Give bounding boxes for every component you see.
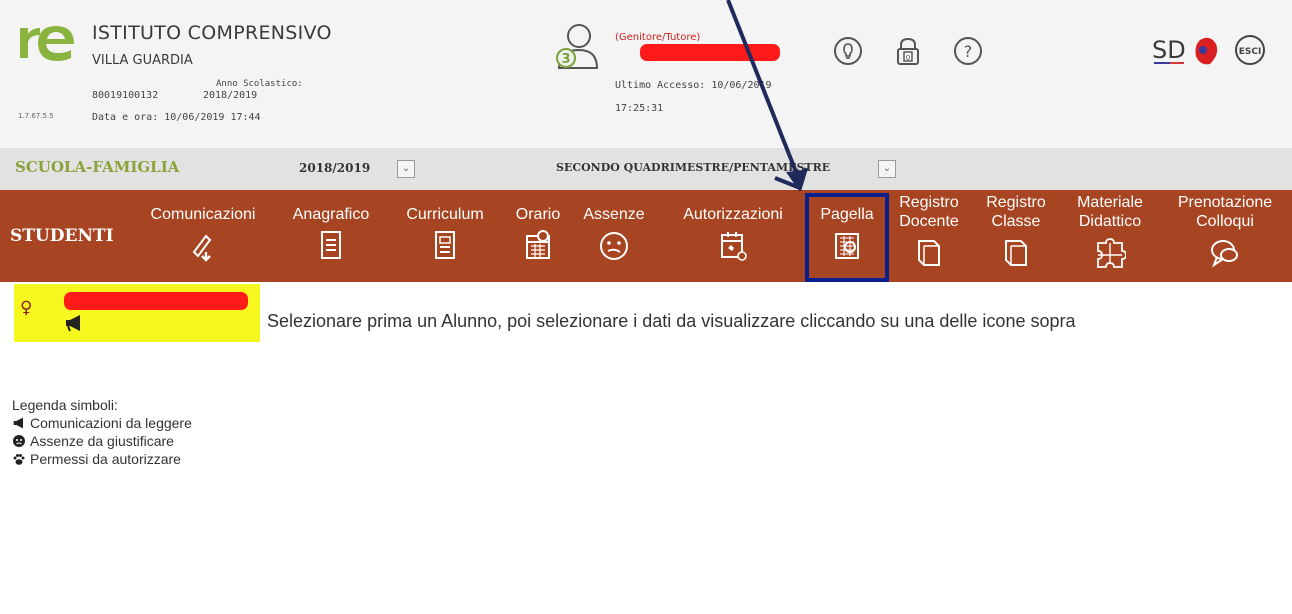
help-icon[interactable]: ? — [953, 36, 983, 66]
school-year-value: 2018/2019 — [203, 90, 258, 101]
nav-item-curriculum[interactable]: Curriculum — [390, 205, 500, 262]
nav-item-registro-classe[interactable]: Registro Classe — [974, 193, 1058, 269]
nav-item-prenotazione-colloqui[interactable]: Prenotazione Colloqui — [1158, 193, 1292, 269]
nav-item-label: Comunicazioni — [150, 206, 256, 223]
school-code: 80019100132 — [92, 90, 159, 101]
main-nav-bar: STUDENTI Comunicazioni Anagrafico Curric… — [0, 190, 1292, 282]
nav-item-label: Registro — [899, 194, 959, 211]
redacted-user-name — [640, 44, 780, 61]
last-access: Ultimo Accesso: 10/06/2019 — [615, 80, 772, 91]
legend-item: Assenze da giustificare — [12, 432, 192, 450]
svg-text:0: 0 — [906, 54, 910, 62]
female-icon: ♀ — [20, 298, 33, 318]
legend: Legenda simboli: Comunicazioni da legger… — [12, 396, 192, 468]
current-datetime: Data e ora: 10/06/2019 17:44 — [92, 112, 261, 123]
school-name: ISTITUTO COMPRENSIVO — [92, 22, 332, 44]
nav-item-assenze[interactable]: Assenze — [574, 205, 654, 262]
selector-bar: SCUOLA-FAMIGLIA 2018/2019 ⌄ SECONDO QUAD… — [0, 148, 1292, 190]
annotation-highlight-box — [805, 193, 889, 282]
nav-item-label-2: Didattico — [1078, 213, 1142, 230]
id-card-icon — [321, 231, 341, 259]
nav-item-label: Prenotazione — [1177, 194, 1273, 211]
svg-text:?: ? — [964, 42, 973, 61]
app-header: 1.7.67.5.5 ISTITUTO COMPRENSIVO VILLA GU… — [0, 0, 1292, 148]
nav-item-anagrafico[interactable]: Anagrafico — [277, 205, 385, 262]
nav-item-label: Registro — [986, 194, 1046, 211]
megaphone-icon — [66, 315, 80, 332]
nav-item-label: Anagrafico — [292, 206, 370, 223]
student-selector[interactable]: ♀ — [14, 284, 260, 342]
school-year-label: Anno Scolastico: — [216, 79, 303, 89]
sd-brand-logo: SD — [1152, 36, 1218, 65]
period-select-value[interactable]: SECONDO QUADRIMESTRE/PENTAMESTRE — [556, 161, 830, 174]
user-role: (Genitore/Tutore) — [615, 32, 701, 43]
nav-item-label: Materiale — [1077, 194, 1143, 211]
svg-text:SD: SD — [1152, 36, 1186, 64]
instruction-text: Selezionare prima un Alunno, poi selezio… — [267, 311, 1076, 331]
face-icon — [600, 232, 628, 260]
lightbulb-icon[interactable] — [833, 36, 863, 66]
nav-item-label: Assenze — [583, 206, 645, 223]
redacted-student-name — [64, 292, 248, 310]
section-title: SCUOLA-FAMIGLIA — [15, 158, 180, 176]
nav-item-materiale-didattico[interactable]: Materiale Didattico — [1063, 193, 1157, 269]
period-dropdown-chevron-icon[interactable]: ⌄ — [878, 160, 896, 178]
nav-item-orario[interactable]: Orario — [505, 205, 571, 262]
book-icon — [918, 240, 940, 266]
puzzle-icon — [1097, 238, 1126, 268]
nav-item-autorizzazioni[interactable]: Autorizzazioni — [662, 205, 804, 262]
face-icon — [13, 435, 25, 447]
year-select-value[interactable]: 2018/2019 — [299, 161, 370, 175]
nav-section-label: STUDENTI — [10, 226, 114, 246]
legend-title: Legenda simboli: — [12, 397, 118, 413]
megaphone-icon — [192, 234, 212, 262]
legend-item: Permessi da autorizzare — [12, 450, 192, 468]
legend-label: Comunicazioni da leggere — [30, 415, 192, 431]
app-version: 1.7.67.5.5 — [18, 112, 54, 120]
calendar-icon — [526, 230, 550, 259]
lock-icon[interactable]: 0 — [893, 36, 923, 66]
legend-label: Assenze da giustificare — [30, 433, 174, 449]
nav-item-label-2: Classe — [991, 213, 1041, 230]
paw-icon — [13, 454, 25, 465]
legend-label: Permessi da autorizzare — [30, 451, 181, 467]
document-icon — [435, 231, 455, 259]
nav-item-label-2: Colloqui — [1196, 213, 1254, 230]
nav-item-label-2: Docente — [899, 213, 959, 230]
legend-item: Comunicazioni da leggere — [12, 414, 192, 432]
book-icon — [1005, 240, 1027, 266]
user-avatar-icon[interactable]: 3 — [553, 22, 599, 70]
megaphone-icon — [13, 417, 23, 429]
svg-text:ESCI: ESCI — [1239, 47, 1262, 57]
exit-button[interactable]: ESCI — [1234, 34, 1266, 66]
nav-item-label: Orario — [515, 206, 561, 223]
user-badge: 3 — [561, 52, 570, 67]
school-logo — [20, 26, 74, 61]
chat-icon — [1211, 240, 1238, 268]
nav-item-label: Curriculum — [406, 206, 484, 223]
school-city: VILLA GUARDIA — [92, 53, 193, 68]
calendar-check-icon — [721, 232, 747, 261]
nav-item-comunicazioni[interactable]: Comunicazioni — [133, 205, 273, 262]
year-dropdown-chevron-icon[interactable]: ⌄ — [397, 160, 415, 178]
nav-item-label: Autorizzazioni — [683, 206, 783, 223]
last-access-time: 17:25:31 — [615, 103, 664, 114]
nav-item-registro-docente[interactable]: Registro Docente — [888, 193, 970, 269]
